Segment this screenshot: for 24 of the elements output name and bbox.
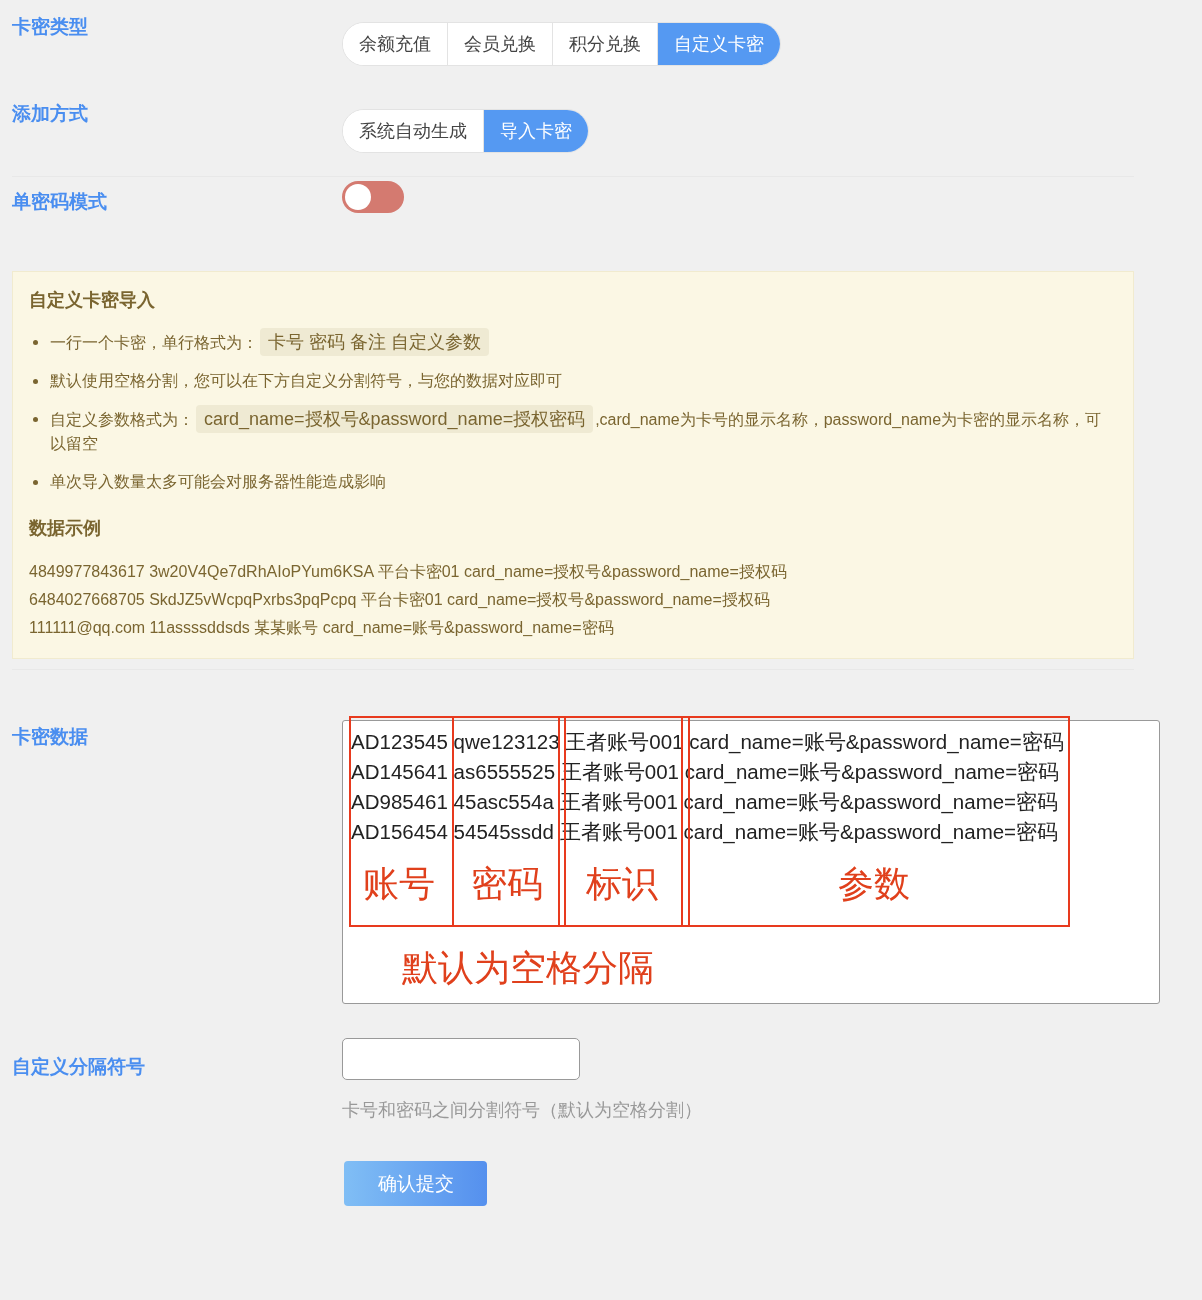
example-line: 6484027668705 SkdJZ5vWcpqPxrbs3pqPcpq 平台卡密01 card_name=授权号&password_name=授权码 <box>29 590 771 610</box>
segment-tab[interactable]: 余额充值 <box>343 23 448 65</box>
bullet-icon <box>33 340 38 345</box>
tip-text: 一行一个卡密，单行格式为： 卡号 密码 备注 自定义参数 <box>50 330 1117 355</box>
field-label: 卡密数据 <box>12 725 89 749</box>
example-line: 4849977843617 3w20V4Qe7dRhAIoPYum6KSA 平台卡密01 card_name=授权号&password_name=授权码 <box>29 562 788 582</box>
bullet-icon <box>33 480 38 485</box>
example-title: 数据示例 <box>29 517 102 540</box>
tip-text: 默认使用空格分割，您可以在下方自定义分割符号，与您的数据对应即可 <box>50 371 563 391</box>
tips-title: 自定义卡密导入 <box>29 289 156 312</box>
example-line: 111111@qq.com 11assssddsds 某某账号 card_name=账号&password_name=密码 <box>29 618 615 638</box>
tip-text: 自定义参数格式为： card_name=授权号&password_name=授权密码 ,card_name为卡号的显示名称，password_name为卡密的显示名称，可以留空 <box>50 407 1117 456</box>
toggle-switch[interactable] <box>342 181 404 213</box>
field-label: 添加方式 <box>12 102 89 126</box>
field-label: 卡密类型 <box>12 15 89 39</box>
separator-input[interactable] <box>342 1038 580 1080</box>
field-label: 自定义分隔符号 <box>12 1055 146 1079</box>
tip-text: 单次导入数量太多可能会对服务器性能造成影响 <box>50 472 387 492</box>
segment-tab[interactable]: 系统自动生成 <box>343 110 484 152</box>
bullet-icon <box>33 379 38 384</box>
hint-text: 卡号和密码之间分割符号（默认为空格分割） <box>342 1099 702 1122</box>
bullet-icon <box>33 417 38 422</box>
field-label: 单密码模式 <box>12 190 108 214</box>
textarea-text: AD123545 qwe123123 王者账号001 card_name=账号&password_name=密码 <box>351 729 1064 756</box>
